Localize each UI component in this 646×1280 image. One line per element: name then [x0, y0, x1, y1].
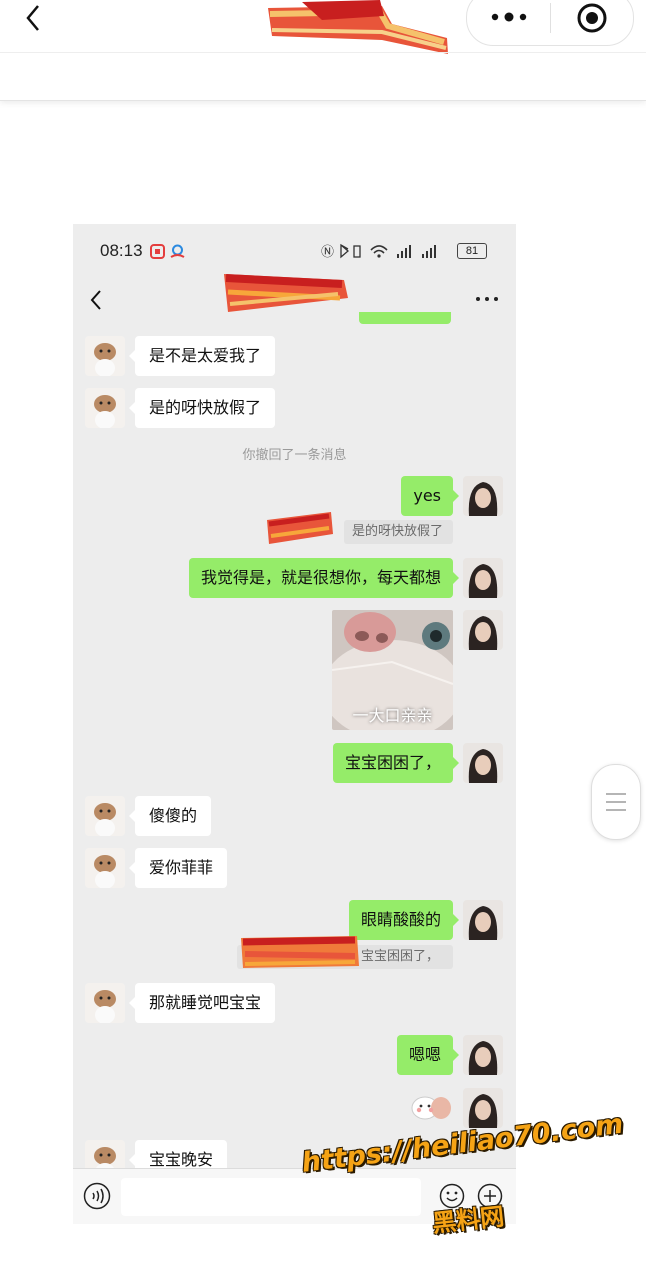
message-bubble-partial — [359, 312, 451, 324]
message-bubble[interactable]: 爱你菲菲 — [128, 848, 228, 888]
avatar[interactable] — [85, 983, 125, 1023]
message-bubble[interactable]: 是的呀快放假了 — [128, 388, 276, 428]
quote-text: 是的呀快放假了 — [351, 524, 443, 539]
avatar[interactable] — [85, 796, 125, 836]
avatar[interactable] — [463, 743, 503, 783]
voice-icon[interactable] — [83, 1182, 111, 1210]
avatar[interactable] — [85, 336, 125, 376]
floating-menu-handle[interactable] — [591, 764, 641, 840]
capsule-menu — [466, 0, 634, 46]
redaction-scribble — [224, 274, 348, 312]
app-notification-icon — [170, 244, 185, 258]
divider — [0, 52, 646, 53]
watermark: https://heiliao70.com 黑料网 — [300, 1109, 625, 1248]
message-bubble[interactable]: 那就睡觉吧宝宝 — [128, 983, 276, 1023]
more-dots-icon[interactable] — [475, 294, 499, 304]
avatar[interactable] — [463, 476, 503, 516]
avatar[interactable] — [463, 558, 503, 598]
message-bubble[interactable]: 是不是太爱我了 — [128, 336, 276, 376]
avatar[interactable] — [85, 388, 125, 428]
sticker-image[interactable]: 一大口亲亲 — [332, 610, 453, 730]
avatar[interactable] — [463, 1088, 503, 1128]
chevron-left-icon[interactable] — [18, 2, 48, 32]
capsule-divider — [550, 3, 551, 33]
avatar[interactable] — [463, 900, 503, 940]
message-bubble[interactable]: yes — [401, 476, 459, 516]
more-dots-icon[interactable] — [489, 7, 529, 27]
watermark-site-name: 黑料网 — [430, 1202, 506, 1238]
app-notification-icon — [150, 244, 165, 259]
quote-reference[interactable]: 是的呀快放假了 — [343, 520, 453, 544]
chat-screenshot: 08:13 Ⓝ 81 是不是太爱我了 是的呀快放假了 你撤回了一条消息 yes … — [73, 224, 516, 1224]
message-bubble[interactable]: 我觉得是，就是很想你，每天都想 — [188, 558, 460, 598]
avatar[interactable] — [463, 610, 503, 650]
signal-wifi-icons: Ⓝ — [321, 243, 436, 260]
target-icon[interactable] — [575, 1, 609, 35]
system-message: 你撤回了一条消息 — [242, 448, 347, 463]
sticker-image[interactable] — [409, 1088, 453, 1124]
message-bubble[interactable]: 傻傻的 — [128, 796, 212, 836]
redaction-scribble — [241, 936, 359, 968]
svg-text:Ⓝ: Ⓝ — [321, 245, 334, 260]
message-bubble[interactable]: 眼睛酸酸的 — [348, 900, 460, 940]
mini-program-header — [0, 0, 646, 101]
redaction-scribble — [268, 0, 448, 54]
redaction-scribble — [267, 512, 333, 544]
status-time: 08:13 — [100, 241, 143, 260]
message-bubble[interactable]: 宝宝困困了， — [332, 743, 460, 783]
chevron-left-icon[interactable] — [87, 288, 105, 312]
quote-text: 宝宝困困了， — [360, 949, 439, 964]
avatar[interactable] — [463, 1035, 503, 1075]
message-bubble[interactable]: 嗯嗯 — [396, 1035, 460, 1075]
battery-indicator: 81 — [457, 243, 487, 259]
avatar[interactable] — [85, 848, 125, 888]
sticker-caption: 一大口亲亲 — [352, 706, 433, 725]
